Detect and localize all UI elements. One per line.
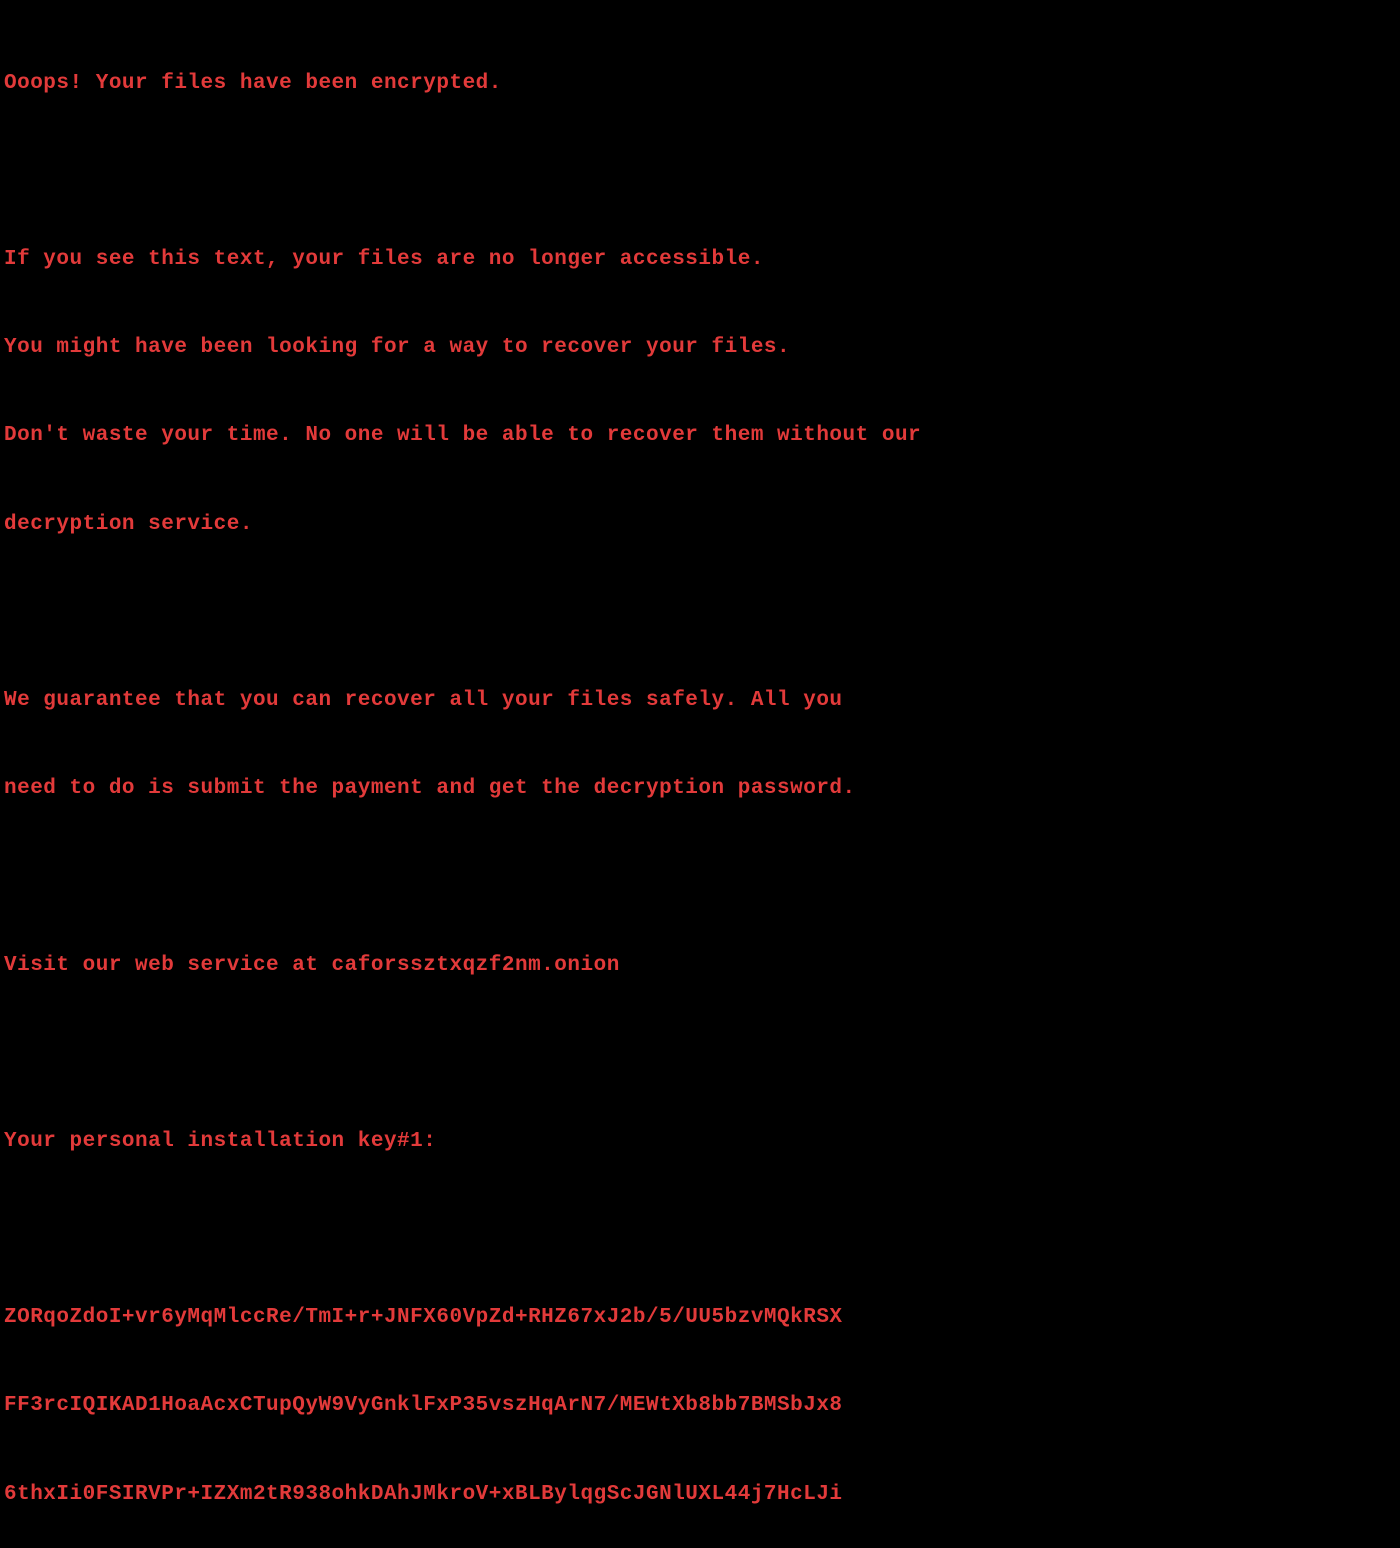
body-line: decryption service. (4, 510, 1396, 539)
title-line: Ooops! Your files have been encrypted. (4, 69, 1396, 98)
body-line: If you see this text, your files are no … (4, 245, 1396, 274)
blank-line (4, 157, 1396, 186)
key-header: Your personal installation key#1: (4, 1127, 1396, 1156)
blank-line (4, 598, 1396, 627)
key-line: ZORqoZdoI+vr6yMqMlccRe/TmI+r+JNFX60VpZd+… (4, 1303, 1396, 1332)
blank-line (4, 1039, 1396, 1068)
visit-line: Visit our web service at caforssztxqzf2n… (4, 951, 1396, 980)
body-line: You might have been looking for a way to… (4, 333, 1396, 362)
body-line: We guarantee that you can recover all yo… (4, 686, 1396, 715)
blank-line (4, 862, 1396, 891)
body-line: need to do is submit the payment and get… (4, 774, 1396, 803)
key-line: FF3rcIQIKAD1HoaAcxCTupQyW9VyGnklFxP35vsz… (4, 1391, 1396, 1420)
body-line: Don't waste your time. No one will be ab… (4, 421, 1396, 450)
ransom-screen: Ooops! Your files have been encrypted. I… (4, 10, 1396, 1548)
blank-line (4, 1215, 1396, 1244)
key-line: 6thxIi0FSIRVPr+IZXm2tR938ohkDAhJMkroV+xB… (4, 1480, 1396, 1509)
